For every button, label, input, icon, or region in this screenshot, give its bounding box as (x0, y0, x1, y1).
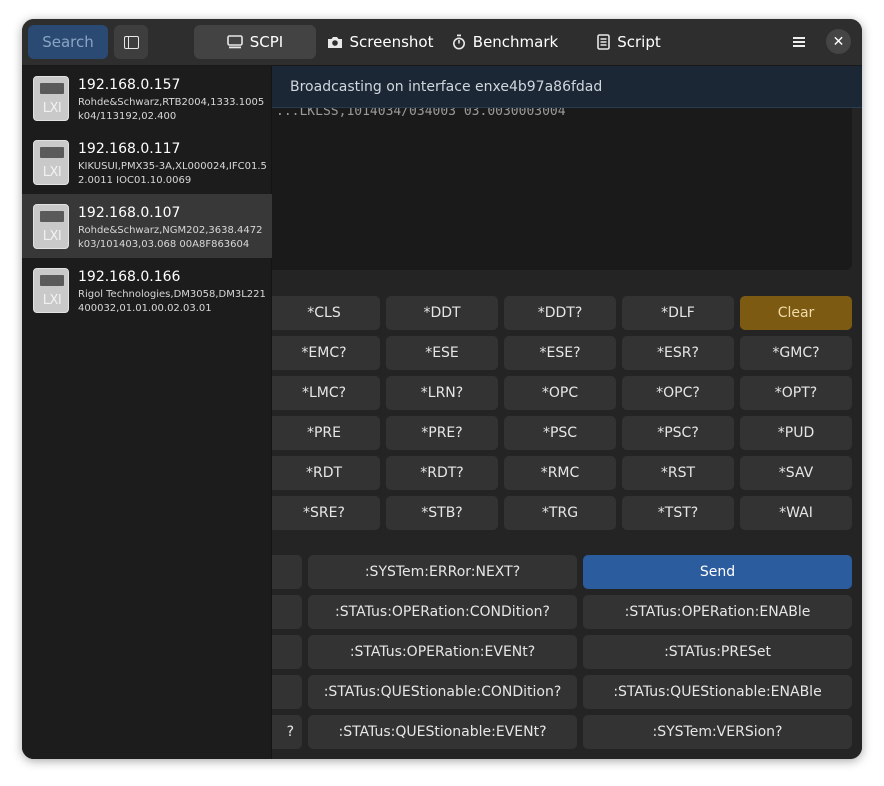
sidebar-icon (123, 35, 139, 49)
common-command-button[interactable]: *PRE? (386, 416, 498, 450)
send-button[interactable]: Send (583, 555, 852, 589)
lxi-device-icon: LXI (33, 204, 69, 249)
common-command-button[interactable]: *LMC? (268, 376, 380, 410)
scpi-command-button[interactable]: :STATus:QUEStionable:ENABle (583, 675, 852, 709)
device-idn: Rohde&Schwarz,RTB2004,1333.1005k04/11319… (78, 97, 265, 122)
device-idn: KIKUSUI,PMX35-3A,XL000024,IFC01.52.0011 … (78, 161, 267, 186)
common-command-button[interactable]: *ESR? (622, 336, 734, 370)
common-command-button[interactable]: *RST (622, 456, 734, 490)
scpi-command-button[interactable]: :STATus:OPERation:ENABle (583, 595, 852, 629)
device-ip: 192.168.0.107 (78, 205, 181, 221)
common-command-button[interactable]: *RDT (268, 456, 380, 490)
lxi-device-icon: LXI (33, 140, 69, 185)
common-command-button[interactable]: *DLF (622, 296, 734, 330)
search-button[interactable]: Search (28, 25, 108, 59)
common-command-button[interactable]: *LRN? (386, 376, 498, 410)
scpi-command-button[interactable]: :STATus:OPERation:EVENt? (308, 635, 577, 669)
common-command-button[interactable]: *PSC (504, 416, 616, 450)
common-command-button[interactable]: *RDT? (386, 456, 498, 490)
common-command-button[interactable]: *PUD (740, 416, 852, 450)
common-command-button[interactable]: *TRG (504, 496, 616, 530)
close-icon: ✕ (832, 33, 845, 50)
device-idn: Rigol Technologies,DM3058,DM3L221400032,… (78, 289, 266, 314)
tab-scpi[interactable]: SCPI (194, 25, 316, 59)
scpi-command-button[interactable]: :STATus:PRESet (583, 635, 852, 669)
common-command-button[interactable]: *OPC? (622, 376, 734, 410)
lxi-device-icon: LXI (33, 76, 69, 121)
close-button[interactable]: ✕ (826, 29, 851, 54)
device-item[interactable]: LXI 192.168.0.166 Rigol Technologies,DM3… (22, 258, 272, 322)
clear-button[interactable]: Clear (740, 296, 852, 330)
common-command-button[interactable]: *DDT (386, 296, 498, 330)
common-command-button[interactable]: *PSC? (622, 416, 734, 450)
tab-label: Script (617, 33, 661, 51)
app-window: Search SCPI Screenshot Benchmark Script … (22, 19, 862, 759)
lxi-device-icon: LXI (33, 268, 69, 313)
device-item[interactable]: LXI 192.168.0.117 KIKUSUI,PMX35-3A,XL000… (22, 130, 272, 194)
common-command-button[interactable]: *CLS (268, 296, 380, 330)
device-ip: 192.168.0.117 (78, 141, 181, 157)
response-output[interactable]: ...LKLSS,1014034/034003 03.0030003004 (262, 96, 852, 270)
stopwatch-icon (452, 34, 466, 50)
common-command-button[interactable]: *TST? (622, 496, 734, 530)
tab-label: SCPI (249, 33, 284, 51)
tab-benchmark[interactable]: Benchmark (448, 25, 562, 59)
common-command-button[interactable]: *OPT? (740, 376, 852, 410)
scpi-command-button[interactable]: :SYSTem:ERRor:NEXT? (308, 555, 577, 589)
scpi-command-button[interactable]: :STATus:QUEStionable:EVENt? (308, 715, 577, 749)
hamburger-icon (793, 37, 805, 47)
tab-label: Screenshot (349, 33, 434, 51)
broadcast-banner: Broadcasting on interface enxe4b97a86fda… (272, 66, 862, 108)
device-ip: 192.168.0.157 (78, 77, 181, 93)
device-item-selected[interactable]: LXI 192.168.0.107 Rohde&Schwarz,NGM202,3… (22, 194, 272, 258)
scpi-command-button[interactable]: :STATus:QUEStionable:CONDition? (308, 675, 577, 709)
camera-icon (327, 35, 343, 49)
common-command-button[interactable]: *ESE (386, 336, 498, 370)
document-icon (597, 34, 611, 50)
monitor-icon (226, 35, 243, 49)
common-command-button[interactable]: *STB? (386, 496, 498, 530)
tab-script[interactable]: Script (582, 25, 676, 59)
common-command-button[interactable]: *DDT? (504, 296, 616, 330)
header-bar: Search SCPI Screenshot Benchmark Script … (22, 19, 862, 66)
device-ip: 192.168.0.166 (78, 269, 181, 285)
common-command-button[interactable]: *SRE? (268, 496, 380, 530)
common-command-button[interactable]: *OPC (504, 376, 616, 410)
tab-screenshot[interactable]: Screenshot (322, 25, 438, 59)
scpi-command-button[interactable]: :SYSTem:VERSion? (583, 715, 852, 749)
scpi-command-button[interactable]: :STATus:OPERation:CONDition? (308, 595, 577, 629)
common-command-button[interactable]: *EMC? (268, 336, 380, 370)
device-item[interactable]: LXI 192.168.0.157 Rohde&Schwarz,RTB2004,… (22, 66, 272, 130)
common-command-button[interactable]: *RMC (504, 456, 616, 490)
device-sidebar: LXI 192.168.0.157 Rohde&Schwarz,RTB2004,… (22, 66, 272, 759)
main-menu-button[interactable] (782, 28, 816, 56)
common-command-button[interactable]: *PRE (268, 416, 380, 450)
sidebar-toggle-button[interactable] (114, 25, 148, 59)
common-command-button[interactable]: *ESE? (504, 336, 616, 370)
device-idn: Rohde&Schwarz,NGM202,3638.4472k03/101403… (78, 225, 263, 250)
common-command-button[interactable]: *GMC? (740, 336, 852, 370)
common-command-button[interactable]: *WAI (740, 496, 852, 530)
tab-label: Benchmark (472, 33, 559, 51)
common-command-button[interactable]: *SAV (740, 456, 852, 490)
